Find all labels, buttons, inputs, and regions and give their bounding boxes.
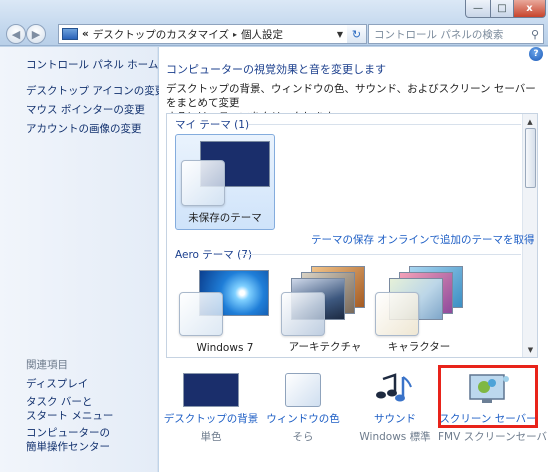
theme-glass-preview — [181, 160, 225, 206]
sidebar-account-picture-link[interactable]: アカウントの画像の変更 — [26, 121, 142, 136]
scroll-thumb[interactable] — [525, 128, 536, 188]
breadcrumb-separator-icon[interactable]: ▸ — [229, 30, 241, 39]
theme-glass-preview — [179, 292, 223, 336]
sidebar: コントロール パネル ホーム デスクトップ アイコンの変更 マウス ポインターの… — [0, 47, 165, 472]
theme-tile-windows7[interactable]: Windows 7 — [175, 262, 275, 358]
sidebar-display-link[interactable]: ディスプレイ — [26, 376, 88, 391]
screen-saver-value: FMV スクリーンセーバー — [438, 431, 548, 443]
window-color-link[interactable]: ウィンドウの色 — [253, 411, 353, 426]
online-themes-link[interactable]: オンラインで追加のテーマを取得 — [377, 232, 535, 247]
sound-link[interactable]: サウンド — [345, 411, 445, 426]
theme-label: キャラクター — [387, 341, 451, 353]
window-color-value: そら — [292, 431, 314, 443]
my-themes-header: マイ テーマ (1) — [175, 119, 250, 131]
group-divider — [239, 254, 521, 255]
help-icon[interactable]: ? — [529, 47, 543, 61]
theme-label: アーキテクチャ — [288, 341, 362, 353]
desktop-background-link[interactable]: デスクトップの背景 — [161, 411, 261, 426]
search-icon[interactable]: ⚲ — [531, 28, 539, 41]
group-divider — [249, 124, 521, 125]
sidebar-home-link[interactable]: コントロール パネル ホーム — [26, 57, 158, 72]
sidebar-mouse-pointer-link[interactable]: マウス ポインターの変更 — [26, 102, 145, 117]
close-button[interactable]: x — [513, 0, 546, 18]
address-dropdown-icon[interactable]: ▼ — [333, 25, 347, 43]
breadcrumb-customize[interactable]: デスクトップのカスタマイズ — [89, 27, 229, 42]
back-button[interactable]: ◀ — [6, 24, 26, 44]
theme-glass-preview — [375, 292, 419, 336]
page-title: コンピューターの視覚効果と音を変更します — [166, 63, 386, 76]
desktop-background-value: 単色 — [200, 431, 222, 443]
back-arrow-icon: ◀ — [11, 27, 21, 41]
theme-tile-characters[interactable]: キャラクター — [369, 262, 469, 358]
forward-button[interactable]: ▶ — [26, 24, 46, 44]
maximize-button[interactable]: □ — [490, 0, 514, 18]
sidebar-ease-of-access-link[interactable]: コンピューターの 簡単操作センター — [26, 426, 110, 454]
refresh-icon: ↻ — [351, 27, 362, 41]
address-bar[interactable]: « デスクトップのカスタマイズ ▸ 個人設定 ▼ — [58, 24, 348, 44]
save-theme-link[interactable]: テーマの保存 — [311, 232, 374, 247]
sound-value: Windows 標準 — [359, 431, 431, 443]
search-placeholder: コントロール パネルの検索 — [374, 28, 504, 41]
window-color-item[interactable]: ウィンドウの色 そら — [253, 367, 353, 444]
sidebar-desktop-icons-link[interactable]: デスクトップ アイコンの変更 — [26, 83, 165, 98]
desktop-background-icon — [183, 373, 239, 407]
scroll-up-icon[interactable]: ▲ — [523, 114, 537, 129]
control-panel-icon — [62, 28, 78, 40]
forward-arrow-icon: ▶ — [31, 27, 41, 41]
breadcrumb-overflow[interactable]: « — [78, 28, 89, 40]
window-color-icon — [285, 373, 321, 407]
screen-saver-highlight — [438, 365, 538, 428]
sidebar-taskbar-link[interactable]: タスク バーと スタート メニュー — [26, 395, 113, 423]
theme-label: 未保存のテーマ — [188, 212, 262, 224]
sound-item[interactable]: サウンド Windows 標準 — [345, 367, 445, 444]
related-title: 関連項目 — [26, 359, 68, 371]
music-notes-icon — [376, 373, 412, 402]
theme-list[interactable]: ▲ ▼ マイ テーマ (1) 未保存のテーマ テーマの保存 オンラインで追加のテ… — [166, 113, 538, 358]
theme-glass-preview — [281, 292, 325, 336]
search-input[interactable]: コントロール パネルの検索 ⚲ — [368, 24, 544, 44]
refresh-button[interactable]: ↻ — [347, 24, 367, 44]
theme-tile-architecture[interactable]: アーキテクチャ — [275, 262, 375, 358]
scroll-down-icon[interactable]: ▼ — [523, 342, 538, 357]
minimize-button[interactable]: — — [465, 0, 491, 18]
breadcrumb-personalize[interactable]: 個人設定 — [241, 27, 283, 42]
desktop-background-item[interactable]: デスクトップの背景 単色 — [161, 367, 261, 444]
theme-label: Windows 7 — [196, 342, 254, 354]
theme-tile-unsaved[interactable]: 未保存のテーマ — [175, 134, 275, 230]
